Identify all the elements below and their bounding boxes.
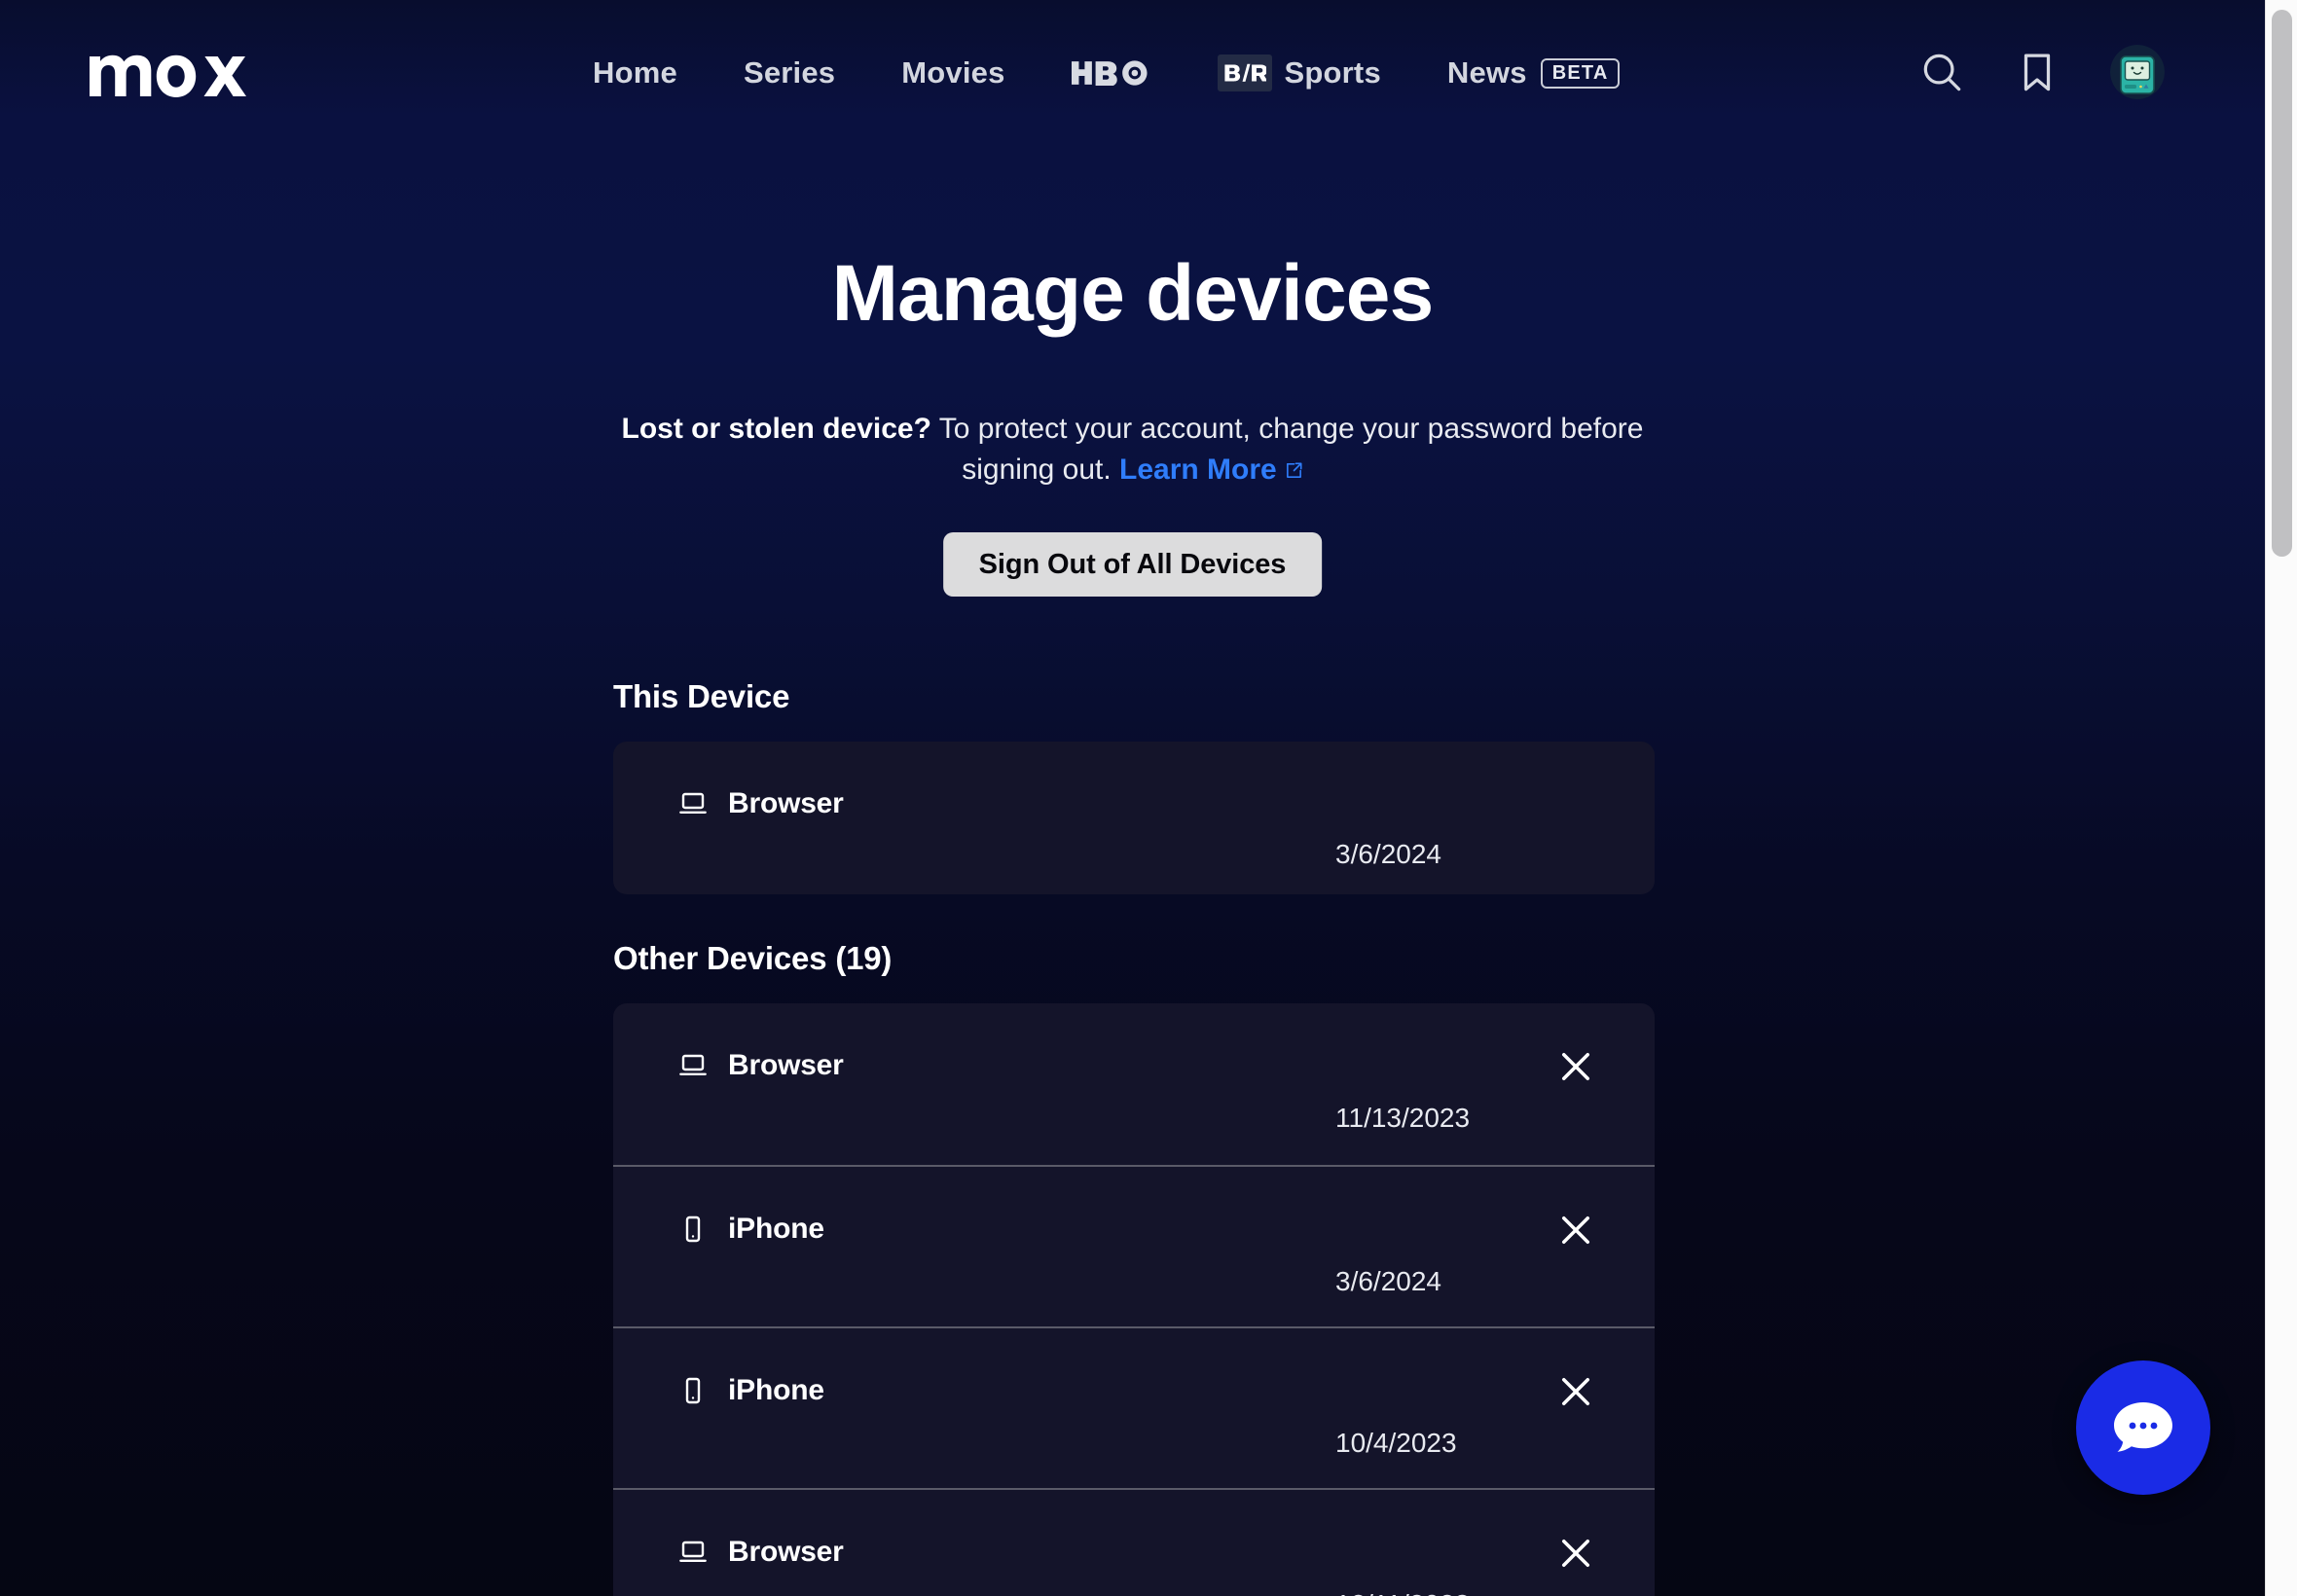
learn-more-link[interactable]: Learn More: [1119, 453, 1303, 486]
phone-icon: [677, 1375, 709, 1406]
this-device-heading: This Device: [613, 678, 790, 714]
device-name: Browser: [728, 787, 844, 819]
nav-item-sports-label: Sports: [1284, 55, 1381, 90]
nav-item-movies[interactable]: Movies: [868, 43, 1038, 103]
remove-device-button[interactable]: [1555, 1046, 1596, 1087]
max-logo[interactable]: [90, 43, 270, 97]
device-date: 3/6/2024: [1335, 1266, 1441, 1296]
learn-more-label: Learn More: [1119, 453, 1277, 486]
chat-bubble-icon: [2111, 1399, 2175, 1456]
device-row: Browser 11/13/2023 US: [613, 1003, 1655, 1165]
device-row: Browser 12/11/2023 US: [613, 1488, 1655, 1596]
other-devices-heading: Other Devices (19): [613, 940, 893, 976]
chat-support-button[interactable]: [2076, 1360, 2210, 1495]
nav-item-news[interactable]: News BETA: [1414, 43, 1654, 103]
device-name: Browser: [728, 1536, 844, 1568]
nav-item-hbo[interactable]: [1039, 60, 1185, 86]
device-name: iPhone: [728, 1374, 824, 1406]
sign-out-all-devices-button[interactable]: Sign Out of All Devices: [942, 532, 1323, 597]
device-row-header: iPhone: [677, 1375, 824, 1406]
page-viewport: Home Series Movies Sports News BETA Mana…: [0, 0, 2265, 1596]
remove-device-button[interactable]: [1555, 1210, 1596, 1251]
hbo-logo-icon: [1071, 60, 1151, 86]
device-date: 3/6/2024: [1335, 839, 1441, 869]
device-row-header: Browser: [677, 1050, 844, 1081]
page-scrollbar[interactable]: [2265, 0, 2297, 1596]
device-name: iPhone: [728, 1213, 824, 1245]
nav-item-home[interactable]: Home: [560, 43, 711, 103]
external-link-icon: [1285, 451, 1303, 478]
nav-item-sports[interactable]: Sports: [1185, 43, 1414, 103]
other-devices-card: Browser 11/13/2023 US iPhone: [613, 1003, 1655, 1596]
remove-device-button[interactable]: [1555, 1371, 1596, 1412]
nav-item-series[interactable]: Series: [711, 43, 868, 103]
avatar[interactable]: [2110, 45, 2165, 99]
device-row-header: iPhone: [677, 1214, 824, 1245]
device-date: 11/13/2023: [1335, 1103, 1471, 1133]
page-title: Manage devices: [831, 249, 1435, 338]
nav-item-news-label: News: [1446, 55, 1527, 90]
this-device-card: Browser 3/6/2024 US: [613, 742, 1655, 894]
search-icon[interactable]: [1919, 50, 1964, 94]
laptop-icon: [677, 788, 709, 819]
bookmark-icon[interactable]: [2015, 50, 2060, 94]
device-row: iPhone 10/4/2023 US: [613, 1326, 1655, 1488]
device-date: 10/4/2023: [1335, 1428, 1457, 1458]
nav-actions: [1919, 45, 2165, 99]
br-logo-icon: [1217, 54, 1272, 91]
beta-badge: BETA: [1540, 57, 1621, 89]
device-row: Browser 3/6/2024 US: [613, 742, 1655, 894]
device-name: Browser: [728, 1049, 844, 1081]
lost-device-notice: Lost or stolen device? To protect your a…: [602, 409, 1663, 490]
device-row-header: Browser: [677, 788, 844, 819]
device-row: iPhone 3/6/2024 US: [613, 1165, 1655, 1326]
nav-links: Home Series Movies Sports News BETA: [560, 43, 1653, 103]
notice-lead: Lost or stolen device?: [621, 413, 931, 445]
top-navigation-bar: Home Series Movies Sports News BETA: [0, 0, 2265, 146]
laptop-icon: [677, 1537, 709, 1568]
scrollbar-thumb[interactable]: [2272, 10, 2292, 557]
remove-device-button[interactable]: [1555, 1533, 1596, 1574]
phone-icon: [677, 1214, 709, 1245]
device-row-header: Browser: [677, 1537, 844, 1568]
laptop-icon: [677, 1050, 709, 1081]
device-date: 12/11/2023: [1335, 1589, 1470, 1596]
